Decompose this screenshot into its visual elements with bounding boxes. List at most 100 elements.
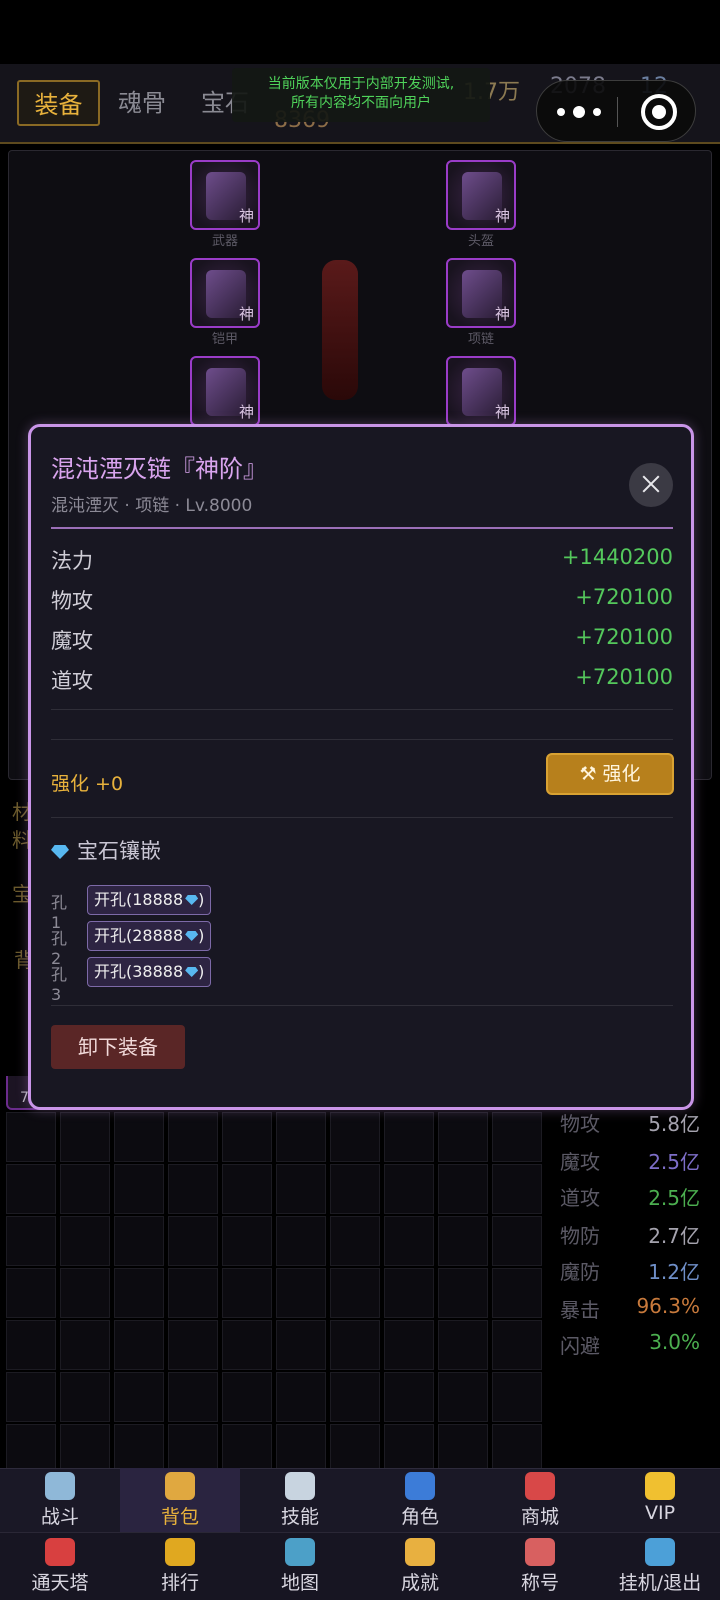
inventory-cell[interactable] [6, 1372, 56, 1422]
slot-necklace[interactable]: 神 [446, 258, 516, 328]
nav-row1-item-2[interactable]: 技能 [240, 1468, 360, 1532]
inventory-cell[interactable] [384, 1216, 434, 1266]
inventory-cell[interactable] [168, 1112, 218, 1162]
inventory-cell[interactable] [168, 1164, 218, 1214]
inventory-cell[interactable] [60, 1112, 110, 1162]
inventory-cell[interactable] [438, 1268, 488, 1318]
inventory-cell[interactable] [492, 1372, 542, 1422]
inventory-cell[interactable] [114, 1216, 164, 1266]
inventory-cell[interactable] [276, 1112, 326, 1162]
inventory-cell[interactable] [330, 1424, 380, 1474]
more-icon[interactable] [557, 99, 603, 125]
nav-row1-item-4[interactable]: 商城 [480, 1468, 600, 1532]
inventory-cell[interactable] [330, 1268, 380, 1318]
enhance-button[interactable]: ⚒ 强化 [546, 753, 674, 795]
nav-row1-item-3[interactable]: 角色 [360, 1468, 480, 1532]
inventory-cell[interactable] [276, 1216, 326, 1266]
inventory-cell[interactable] [222, 1424, 272, 1474]
inventory-cell[interactable] [276, 1164, 326, 1214]
inventory-cell[interactable] [222, 1112, 272, 1162]
inventory-cell[interactable] [492, 1320, 542, 1370]
inventory-cell[interactable] [438, 1424, 488, 1474]
inventory-cell[interactable] [438, 1372, 488, 1422]
inventory-cell[interactable] [384, 1424, 434, 1474]
inventory-cell[interactable] [6, 1268, 56, 1318]
open-hole-button-3[interactable]: 开孔(38888) [87, 957, 212, 987]
inventory-cell[interactable] [168, 1424, 218, 1474]
slot-helmet[interactable]: 神 [446, 160, 516, 230]
slot-bracelet[interactable]: 神 [190, 356, 260, 426]
tab-equipment[interactable]: 装备 [17, 80, 100, 126]
inventory-cell[interactable] [222, 1164, 272, 1214]
nav-row2-item-2[interactable]: 地图 [240, 1534, 360, 1598]
tab-soul-bone[interactable]: 魂骨 [112, 80, 172, 126]
inventory-cell[interactable] [114, 1112, 164, 1162]
inventory-cell[interactable] [168, 1372, 218, 1422]
nav-row1-item-1[interactable]: 背包 [120, 1468, 240, 1532]
inventory-cell[interactable] [438, 1112, 488, 1162]
nav-row1-item-5[interactable]: VIP [600, 1468, 720, 1532]
inventory-cell[interactable] [276, 1320, 326, 1370]
inventory-cell[interactable] [6, 1424, 56, 1474]
inventory-cell[interactable] [60, 1320, 110, 1370]
nav-row2-item-4[interactable]: 称号 [480, 1534, 600, 1598]
inventory-cell[interactable] [492, 1164, 542, 1214]
inventory-cell[interactable] [6, 1320, 56, 1370]
unequip-button[interactable]: 卸下装备 [51, 1025, 185, 1069]
nav-row2-item-0[interactable]: 通天塔 [0, 1534, 120, 1598]
nav-row1-item-0[interactable]: 战斗 [0, 1468, 120, 1532]
slot-weapon[interactable]: 神 [190, 160, 260, 230]
inventory-cell[interactable] [222, 1268, 272, 1318]
inventory-cell[interactable] [168, 1268, 218, 1318]
inventory-cell[interactable] [222, 1320, 272, 1370]
nav-row2-item-3[interactable]: 成就 [360, 1534, 480, 1598]
inventory-cell[interactable] [6, 1112, 56, 1162]
open-hole-button-1[interactable]: 开孔(18888) [87, 885, 212, 915]
inventory-cell[interactable] [114, 1424, 164, 1474]
inventory-cell[interactable] [168, 1320, 218, 1370]
inventory-cell[interactable] [168, 1216, 218, 1266]
slot-armor[interactable]: 神 [190, 258, 260, 328]
inventory-cell[interactable] [492, 1424, 542, 1474]
inventory-cell[interactable] [384, 1112, 434, 1162]
nav-row2-item-1[interactable]: 排行 [120, 1534, 240, 1598]
inventory-cell[interactable] [60, 1216, 110, 1266]
inventory-cell[interactable] [330, 1372, 380, 1422]
inventory-cell[interactable] [114, 1268, 164, 1318]
inventory-cell[interactable] [330, 1320, 380, 1370]
inventory-cell[interactable] [276, 1424, 326, 1474]
inventory-cell[interactable] [60, 1424, 110, 1474]
inventory-cell[interactable] [384, 1320, 434, 1370]
inventory-cell[interactable] [330, 1164, 380, 1214]
nav-row2-item-5[interactable]: 挂机/退出 [600, 1534, 720, 1598]
inventory-cell[interactable] [492, 1268, 542, 1318]
close-icon[interactable] [629, 463, 673, 507]
close-miniprogram-icon[interactable] [641, 94, 677, 130]
attr-mana: 法力 +1440200 [51, 545, 673, 573]
inventory-cell[interactable] [60, 1372, 110, 1422]
inventory-cell[interactable] [276, 1268, 326, 1318]
inventory-cell[interactable] [384, 1268, 434, 1318]
inventory-cell[interactable] [114, 1372, 164, 1422]
inventory-cell[interactable] [492, 1112, 542, 1162]
inventory-cell[interactable] [222, 1216, 272, 1266]
inventory-cell[interactable] [384, 1372, 434, 1422]
inventory-cell[interactable] [330, 1112, 380, 1162]
inventory-cell[interactable] [222, 1372, 272, 1422]
inventory-cell[interactable] [114, 1320, 164, 1370]
inventory-cell[interactable] [384, 1164, 434, 1214]
inventory-cell[interactable] [114, 1164, 164, 1214]
inventory-cell[interactable] [438, 1164, 488, 1214]
inventory-cell[interactable] [60, 1268, 110, 1318]
slot-ring[interactable]: 神 [446, 356, 516, 426]
inventory-cell[interactable] [438, 1320, 488, 1370]
inventory-cell[interactable] [6, 1164, 56, 1214]
inventory-cell[interactable] [438, 1216, 488, 1266]
medal-icon [405, 1538, 435, 1566]
inventory-cell[interactable] [60, 1164, 110, 1214]
inventory-cell[interactable] [6, 1216, 56, 1266]
open-hole-button-2[interactable]: 开孔(28888) [87, 921, 212, 951]
inventory-cell[interactable] [330, 1216, 380, 1266]
inventory-cell[interactable] [276, 1372, 326, 1422]
inventory-cell[interactable] [492, 1216, 542, 1266]
